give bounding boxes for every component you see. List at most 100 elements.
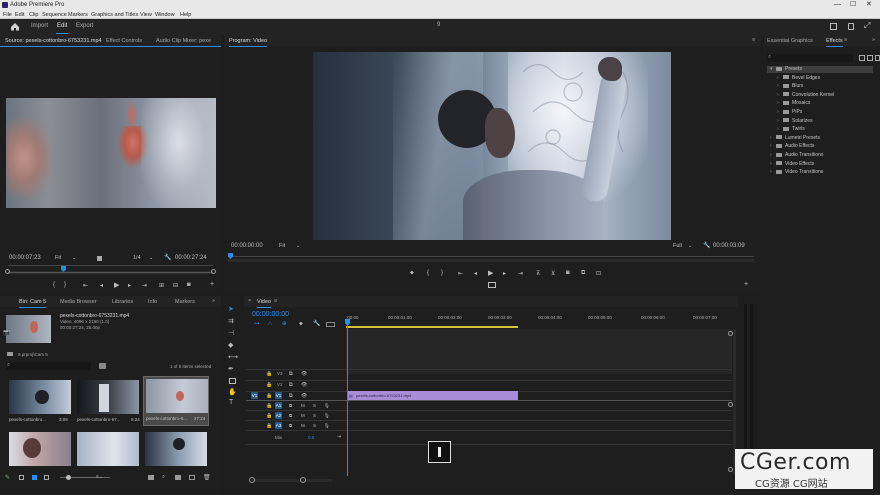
effects-tree-item[interactable]: › Twirls	[777, 126, 805, 132]
effects-tree-item[interactable]: › Bevel Edges	[777, 75, 820, 81]
captions-icon[interactable]	[326, 322, 335, 327]
nav-edit[interactable]: Edit	[55, 23, 69, 34]
timeline-close-icon[interactable]: ×	[248, 298, 251, 304]
v3-label[interactable]: V3	[277, 371, 283, 376]
v3-lock-icon[interactable]: 🔒	[266, 371, 272, 377]
program-mark-in-icon[interactable]: {	[427, 270, 429, 276]
program-mark-out-icon[interactable]: }	[441, 270, 443, 276]
thumb-card-4[interactable]	[7, 430, 73, 466]
h-scroll-handle-left[interactable]	[249, 477, 255, 483]
effects-tree-item[interactable]: ▾ Presets	[770, 66, 802, 72]
accelerated-effects-icon[interactable]	[859, 55, 865, 61]
effects-tree-item[interactable]: › Blurs	[777, 83, 803, 89]
thumb-card-5[interactable]	[75, 430, 141, 466]
program-video-frame[interactable]	[313, 52, 671, 240]
program-fit-chevron-icon[interactable]: ⌄	[296, 243, 300, 249]
trash-icon[interactable]: 🗑	[203, 474, 211, 481]
v1-lock-icon[interactable]: 🔒	[266, 393, 272, 399]
source-goto-in-icon[interactable]: ⇤	[83, 282, 88, 289]
source-patch-v1[interactable]: V1	[251, 392, 258, 399]
timeline-settings-icon[interactable]: 🔧	[313, 320, 320, 327]
menu-markers[interactable]: Markers	[68, 12, 88, 18]
close-icon[interactable]: ✕	[866, 0, 872, 8]
v-scroll-handle-top[interactable]	[728, 331, 733, 336]
clip-preview-thumbnail[interactable]	[6, 315, 51, 343]
v1-eye-icon[interactable]: 👁	[301, 393, 307, 399]
v2-eye-icon[interactable]: 👁	[301, 382, 307, 388]
a2-mute-button[interactable]: M	[301, 413, 305, 418]
program-wrench-icon[interactable]: 🔧	[703, 242, 710, 249]
track-select-tool-icon[interactable]: ⇉	[228, 317, 234, 325]
32bit-effects-icon[interactable]	[867, 55, 873, 61]
v2-lock-icon[interactable]: 🔒	[266, 382, 272, 388]
a1-label[interactable]: A1	[275, 402, 282, 409]
program-resolution-dropdown[interactable]: Full	[673, 243, 682, 249]
freeform-view-icon[interactable]	[44, 475, 49, 480]
tab-source[interactable]: Source: pexels-cottonbro-6753231.mp4	[5, 38, 102, 47]
source-goto-out-icon[interactable]: ⇥	[142, 282, 147, 289]
tab-program[interactable]: Program: Video	[229, 38, 268, 47]
video-clip[interactable]: ▤ pexels-cottonbro-6753231.mp4	[347, 391, 518, 400]
source-play-icon[interactable]: ▶	[114, 281, 119, 289]
find-icon[interactable]: ⌕	[162, 474, 165, 481]
v1-label[interactable]: V1	[275, 392, 282, 399]
source-export-frame-icon[interactable]: ◙	[187, 282, 191, 288]
program-export-frame-icon[interactable]: ◙	[566, 270, 570, 276]
menu-edit[interactable]: Edit	[15, 12, 24, 18]
h-scroll-handle-right[interactable]	[300, 477, 306, 483]
program-mini-ruler[interactable]	[228, 256, 754, 257]
tab-timeline-video[interactable]: Video	[257, 299, 271, 308]
effects-expand-icon[interactable]: »	[872, 37, 875, 43]
v3-sync-icon[interactable]: ⧉	[289, 371, 293, 377]
a1-sync-icon[interactable]: ⧉	[289, 403, 292, 408]
nav-import[interactable]: Import	[31, 23, 48, 29]
program-lift-icon[interactable]: ⊼	[536, 270, 540, 277]
program-goto-out-icon[interactable]: ⇥	[518, 270, 523, 277]
tab-effect-controls[interactable]: Effect Controls	[106, 38, 142, 44]
menu-file[interactable]: File	[3, 12, 12, 18]
a2-solo-button[interactable]: S	[313, 413, 316, 418]
menu-graphics[interactable]: Graphics and Titles	[91, 12, 138, 18]
thumb-card-3-selected[interactable]: pexels-cottonbro-6... 27:24	[143, 376, 209, 426]
zoom-slider-handle[interactable]	[66, 475, 71, 480]
type-tool-icon[interactable]: T	[229, 399, 233, 406]
workspace-icon[interactable]	[830, 23, 837, 30]
program-zoom-bar[interactable]	[228, 259, 754, 262]
thumb-card-6[interactable]	[143, 430, 209, 466]
effects-tree-item[interactable]: › PiPs	[777, 109, 802, 115]
a1-lock-icon[interactable]: 🔒	[266, 403, 272, 409]
write-lock-icon[interactable]: ✎	[5, 474, 10, 481]
effects-tree-item[interactable]: › Convolution Kernel	[777, 92, 834, 98]
source-wrench-icon[interactable]: 🔧	[164, 254, 171, 261]
menu-view[interactable]: View	[140, 12, 152, 18]
program-resolution-chevron-icon[interactable]: ⌄	[688, 243, 692, 249]
source-zoom-handle-right[interactable]	[211, 269, 216, 274]
home-icon[interactable]	[10, 22, 20, 31]
program-play-icon[interactable]: ▶	[488, 269, 493, 277]
program-extract-icon[interactable]: ⊻	[551, 270, 555, 277]
v-scroll-handle-bottom[interactable]	[728, 467, 733, 472]
effects-tree-item[interactable]: › Audio Transitions	[770, 152, 823, 158]
effects-tree-item[interactable]: › Lumetri Presets	[770, 135, 820, 141]
add-marker-icon[interactable]: ⬥	[299, 321, 303, 328]
tab-media-browser[interactable]: Media Browser	[60, 299, 97, 305]
slip-tool-icon[interactable]: ⟷	[228, 353, 238, 361]
new-item-icon[interactable]	[189, 475, 195, 480]
program-panel-menu-icon[interactable]: ≡	[752, 37, 755, 43]
program-add-marker-icon[interactable]: ⬥	[410, 270, 414, 277]
automate-sequence-icon[interactable]	[148, 475, 154, 480]
program-step-back-icon[interactable]: ◂	[474, 270, 477, 277]
time-ruler[interactable]: :00:00 00:00:01:00 00:00:02:00 00:00:03:…	[346, 310, 734, 328]
source-video-frame[interactable]	[6, 98, 216, 208]
program-vr-icon[interactable]: ⊡	[596, 270, 601, 277]
menu-clip[interactable]: Clip	[29, 12, 38, 18]
source-insert-icon[interactable]	[97, 256, 102, 261]
snap-icon[interactable]: ∩	[268, 321, 272, 327]
tab-libraries[interactable]: Libraries	[112, 299, 133, 305]
effects-search-input[interactable]: ⌕	[767, 54, 853, 62]
new-bin-from-search-icon[interactable]	[99, 363, 106, 369]
pen-tool-icon[interactable]: ✒	[228, 365, 234, 373]
mix-value[interactable]: 0.0	[308, 435, 314, 440]
source-timecode-current[interactable]: 00:00:07:23	[9, 255, 41, 261]
timeline-menu-icon[interactable]: ≡	[274, 298, 277, 304]
